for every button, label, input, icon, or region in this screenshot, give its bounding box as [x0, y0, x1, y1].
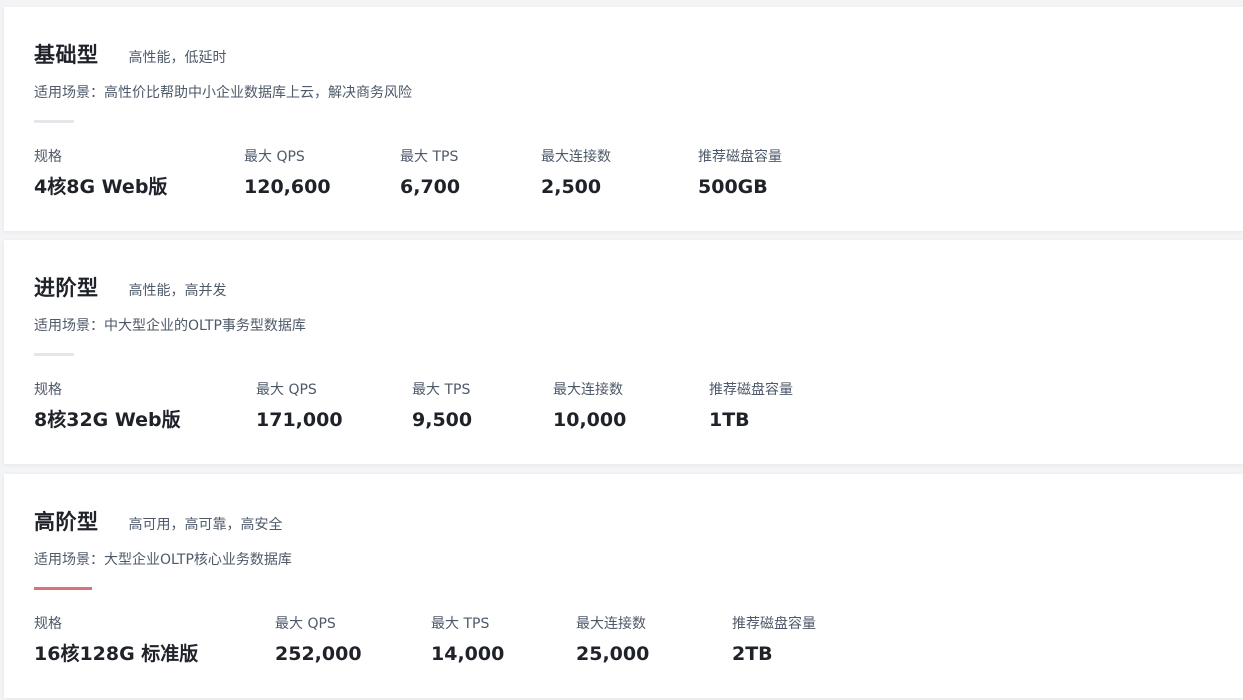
tps-value: 9,500: [412, 409, 473, 431]
tier-title: 高阶型: [34, 510, 99, 534]
tps-value: 6,700: [400, 176, 461, 198]
tier-card-basic[interactable]: 基础型 高性能，低延时 适用场景：高性价比帮助中小企业数据库上云，解决商务风险 …: [4, 7, 1243, 231]
tier-scene: 适用场景：大型企业OLTP核心业务数据库: [34, 552, 292, 568]
tier-card-advanced[interactable]: 进阶型 高性能，高并发 适用场景：中大型企业的OLTP事务型数据库 规格 8核3…: [4, 240, 1243, 464]
disk-value: 1TB: [709, 409, 750, 431]
tier-tagline: 高性能，低延时: [128, 50, 227, 66]
connections-label: 最大连接数: [553, 382, 623, 398]
qps-label: 最大 QPS: [256, 382, 317, 398]
spec-column: 规格 8核32G Web版: [34, 380, 181, 432]
disk-label: 推荐磁盘容量: [698, 149, 782, 165]
tps-column: 最大 TPS 9,500: [412, 380, 472, 432]
disk-value: 2TB: [732, 643, 773, 665]
connections-column: 最大连接数 2,500: [541, 147, 611, 199]
tier-header: 高阶型 高可用，高可靠，高安全: [34, 506, 283, 536]
tps-label: 最大 TPS: [431, 616, 490, 632]
tier-header: 进阶型 高性能，高并发: [34, 272, 227, 302]
tps-label: 最大 TPS: [412, 382, 471, 398]
connections-label: 最大连接数: [576, 616, 646, 632]
qps-label: 最大 QPS: [275, 616, 336, 632]
tier-scene: 适用场景：高性价比帮助中小企业数据库上云，解决商务风险: [34, 85, 412, 101]
tier-divider: [34, 120, 74, 123]
tier-card-list: 基础型 高性能，低延时 适用场景：高性价比帮助中小企业数据库上云，解决商务风险 …: [0, 0, 1243, 700]
tps-label: 最大 TPS: [400, 149, 459, 165]
spec-column: 规格 16核128G 标准版: [34, 614, 198, 666]
connections-column: 最大连接数 10,000: [553, 380, 626, 432]
qps-value: 171,000: [256, 409, 343, 431]
connections-value: 10,000: [553, 409, 627, 431]
disk-column: 推荐磁盘容量 1TB: [709, 380, 793, 432]
tier-divider-active: [34, 587, 92, 590]
spec-label: 规格: [34, 149, 62, 165]
connections-value: 2,500: [541, 176, 602, 198]
qps-value: 120,600: [244, 176, 331, 198]
connections-value: 25,000: [576, 643, 650, 665]
tps-column: 最大 TPS 6,700: [400, 147, 460, 199]
disk-column: 推荐磁盘容量 2TB: [732, 614, 816, 666]
spec-value: 8核32G Web版: [34, 409, 181, 431]
connections-column: 最大连接数 25,000: [576, 614, 649, 666]
connections-label: 最大连接数: [541, 149, 611, 165]
spec-column: 规格 4核8G Web版: [34, 147, 167, 199]
tps-value: 14,000: [431, 643, 505, 665]
qps-column: 最大 QPS 120,600: [244, 147, 331, 199]
tier-tagline: 高性能，高并发: [128, 283, 227, 299]
qps-label: 最大 QPS: [244, 149, 305, 165]
tps-column: 最大 TPS 14,000: [431, 614, 504, 666]
spec-value: 16核128G 标准版: [34, 643, 199, 665]
tier-header: 基础型 高性能，低延时: [34, 39, 227, 69]
tier-tagline: 高可用，高可靠，高安全: [128, 517, 283, 533]
qps-value: 252,000: [275, 643, 362, 665]
tier-card-premium[interactable]: 高阶型 高可用，高可靠，高安全 适用场景：大型企业OLTP核心业务数据库 规格 …: [4, 474, 1243, 698]
tier-title: 进阶型: [34, 276, 99, 300]
disk-label: 推荐磁盘容量: [732, 616, 816, 632]
spec-value: 4核8G Web版: [34, 176, 168, 198]
disk-column: 推荐磁盘容量 500GB: [698, 147, 782, 199]
disk-label: 推荐磁盘容量: [709, 382, 793, 398]
qps-column: 最大 QPS 171,000: [256, 380, 343, 432]
disk-value: 500GB: [698, 176, 768, 198]
spec-label: 规格: [34, 382, 62, 398]
tier-scene: 适用场景：中大型企业的OLTP事务型数据库: [34, 318, 306, 334]
tier-title: 基础型: [34, 43, 99, 67]
tier-divider: [34, 353, 74, 356]
qps-column: 最大 QPS 252,000: [275, 614, 362, 666]
spec-label: 规格: [34, 616, 62, 632]
